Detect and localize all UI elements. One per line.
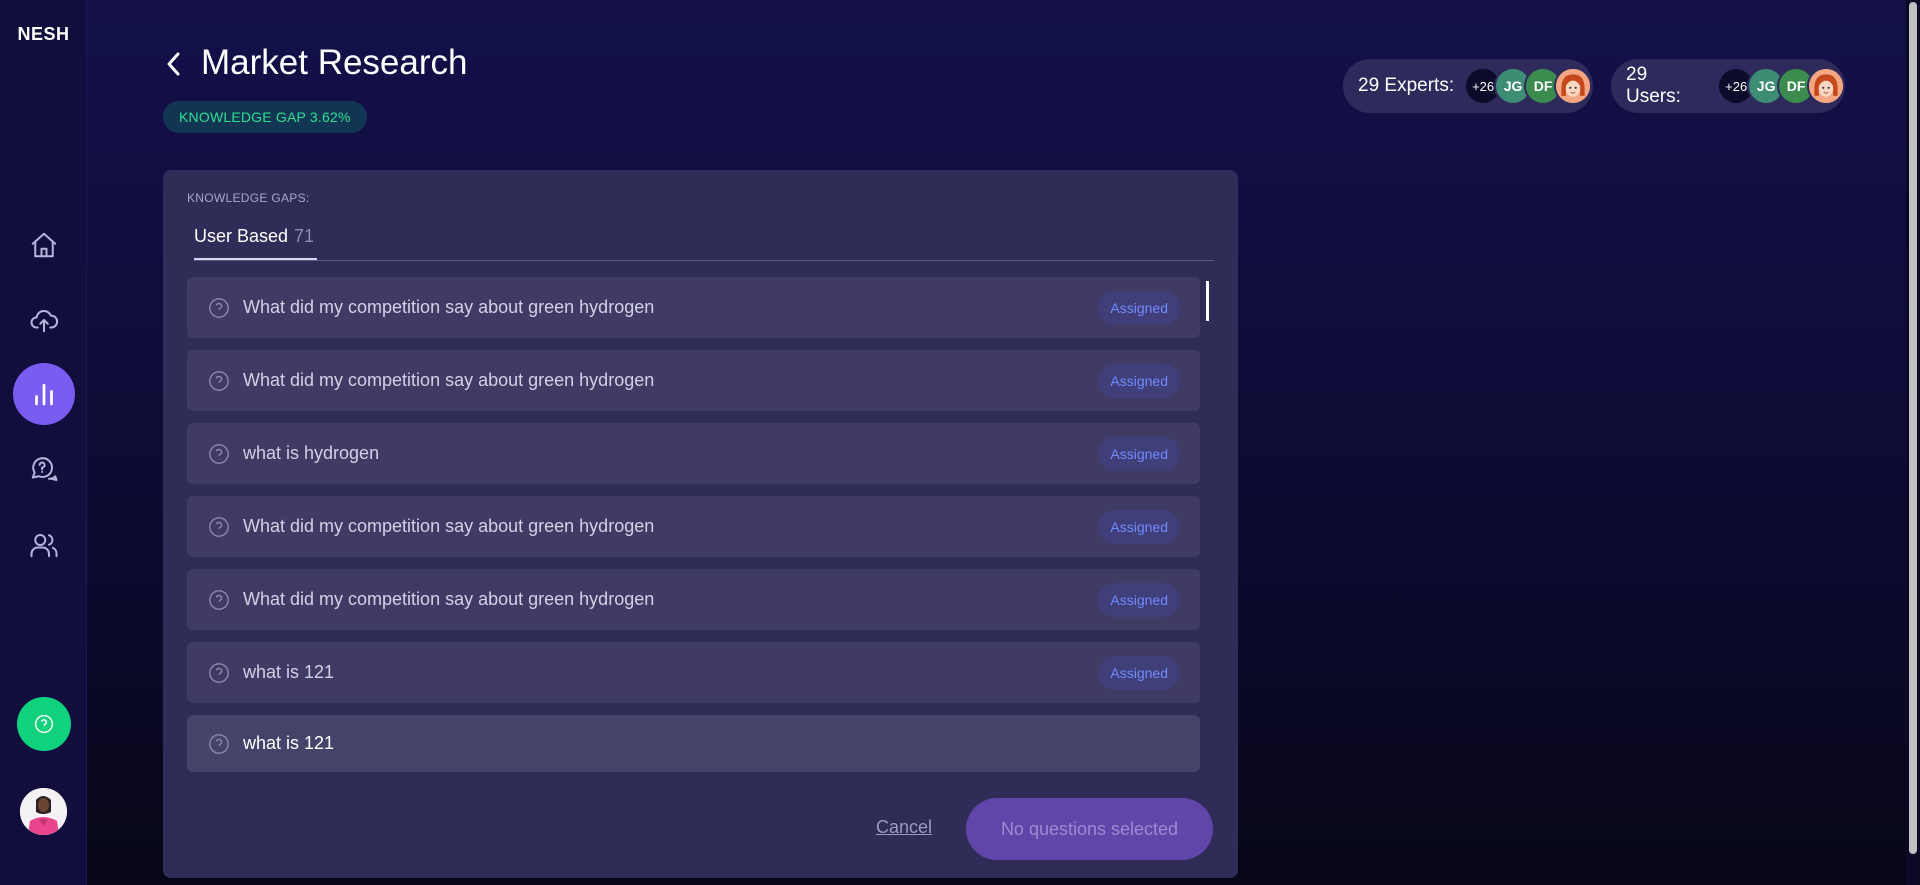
- question-row[interactable]: what is 121: [187, 715, 1200, 772]
- question-text: what is 121: [243, 662, 335, 682]
- avatar-illustration-icon: [1556, 69, 1591, 103]
- tab-count: 71: [294, 226, 315, 246]
- scrollbar-thumb[interactable]: [1909, 2, 1917, 854]
- app-logo: NESH: [17, 24, 70, 44]
- question-row[interactable]: what is hydrogen Assigned: [187, 423, 1200, 484]
- back-button[interactable]: [163, 48, 185, 80]
- sidebar-item-upload[interactable]: [13, 289, 75, 351]
- question-row[interactable]: What did my competition say about green …: [187, 569, 1200, 630]
- users-pill[interactable]: 29 Users: +26 JG DF: [1611, 59, 1846, 113]
- sidebar-item-home[interactable]: [13, 214, 75, 276]
- help-circle-icon: [34, 714, 54, 734]
- question-text: what is hydrogen: [243, 443, 380, 463]
- chat-question-icon: [31, 457, 58, 481]
- question-text: What did my competition say about green …: [243, 516, 655, 536]
- knowledge-gap-badge: KNOWLEDGE GAP 3.62%: [163, 101, 367, 133]
- question-text: What did my competition say about green …: [243, 589, 655, 609]
- experts-pill[interactable]: 29 Experts: +26 JG DF: [1343, 59, 1593, 113]
- cancel-button[interactable]: Cancel: [876, 817, 932, 838]
- tab-divider: [194, 260, 1214, 261]
- question-circle-icon: [208, 297, 230, 319]
- sidebar-item-questions[interactable]: [13, 439, 75, 501]
- page-scrollbar[interactable]: [1906, 0, 1920, 885]
- status-badge: Assigned: [1098, 509, 1180, 544]
- status-badge: Assigned: [1098, 582, 1180, 617]
- submit-questions-button[interactable]: No questions selected: [966, 798, 1213, 860]
- question-list: What did my competition say about green …: [187, 277, 1200, 784]
- experts-label: 29 Experts:: [1358, 75, 1455, 96]
- status-badge: Assigned: [1098, 363, 1180, 398]
- tab-label: User Based: [194, 226, 289, 246]
- sidebar: NESH: [0, 0, 87, 885]
- sidebar-item-analytics[interactable]: [13, 363, 75, 425]
- status-badge: Assigned: [1098, 655, 1180, 690]
- question-text: What did my competition say about green …: [243, 297, 655, 317]
- cloud-upload-icon: [30, 309, 59, 333]
- help-button[interactable]: [17, 697, 71, 751]
- question-circle-icon: [208, 589, 230, 611]
- question-circle-icon: [208, 733, 230, 755]
- home-icon: [31, 232, 57, 258]
- status-badge: Assigned: [1098, 290, 1180, 325]
- knowledge-gaps-panel: KNOWLEDGE GAPS: User Based 71 What did my…: [163, 170, 1238, 878]
- section-label: KNOWLEDGE GAPS:: [187, 191, 310, 205]
- question-row[interactable]: What did my competition say about green …: [187, 277, 1200, 338]
- question-row[interactable]: What did my competition say about green …: [187, 350, 1200, 411]
- expert-avatar-photo: [1554, 67, 1593, 105]
- text-caret: [1206, 281, 1209, 321]
- bar-chart-icon: [35, 383, 53, 406]
- question-circle-icon: [208, 443, 230, 465]
- users-icon: [30, 534, 58, 558]
- sidebar-item-users[interactable]: [13, 514, 75, 576]
- user-avatar[interactable]: [20, 788, 67, 835]
- question-row[interactable]: What did my competition say about green …: [187, 496, 1200, 557]
- avatar-illustration-icon: [1809, 69, 1844, 103]
- profile-photo-icon: [20, 788, 67, 835]
- page-title: Market Research: [201, 43, 468, 82]
- tab-user-based[interactable]: User Based 71: [194, 226, 317, 260]
- user-avatar-photo: [1807, 67, 1846, 105]
- chevron-left-icon: [167, 52, 180, 76]
- question-text: what is 121: [243, 733, 335, 753]
- question-circle-icon: [208, 662, 230, 684]
- question-row[interactable]: what is 121 Assigned: [187, 642, 1200, 703]
- question-text: What did my competition say about green …: [243, 370, 655, 390]
- status-badge: Assigned: [1098, 436, 1180, 471]
- question-circle-icon: [208, 516, 230, 538]
- question-circle-icon: [208, 370, 230, 392]
- users-label: 29 Users:: [1626, 64, 1681, 107]
